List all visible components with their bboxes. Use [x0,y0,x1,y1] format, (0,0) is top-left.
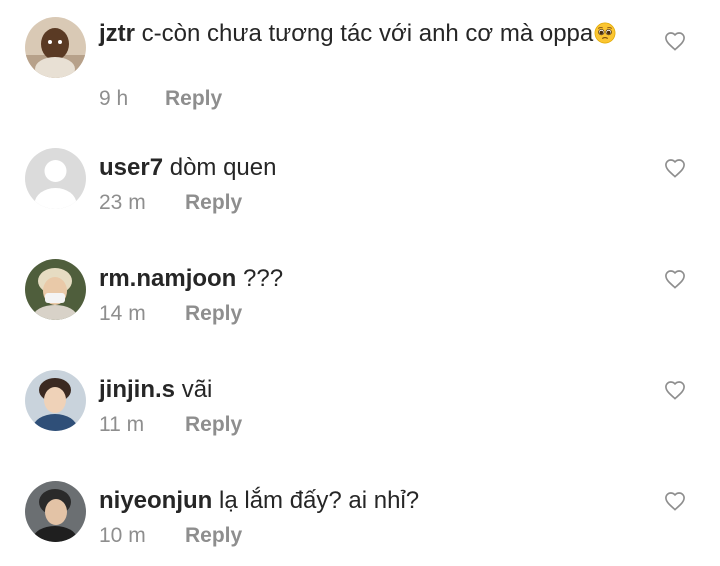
comment-time: 10 m [99,524,146,547]
reply-button[interactable]: Reply [185,524,242,548]
comment-username[interactable]: user7 [99,154,163,181]
avatar[interactable] [25,17,86,78]
comment-username[interactable]: rm.namjoon [99,265,236,292]
reply-button[interactable]: Reply [185,302,242,326]
comment-time: 11 m [99,413,145,436]
default-avatar-icon[interactable] [25,148,86,209]
comment-time: 14 m [99,302,146,325]
comment-meta: 11 m Reply [99,413,242,437]
avatar[interactable] [25,481,86,542]
comment-meta: 9 h Reply [99,87,222,111]
comment-meta: 10 m Reply [99,524,242,548]
comment-text: lạ lắm đấy? ai nhỉ? [219,487,420,514]
comment-meta: 23 m Reply [99,191,242,215]
comment-text: c-còn chưa tương tác với anh cơ mà oppa [141,20,594,47]
heart-icon[interactable] [664,158,686,178]
reply-button[interactable]: Reply [165,87,222,111]
comment-username[interactable]: niyeonjun [99,487,212,514]
comment-body: rm.namjoon ??? [99,263,619,295]
comment-time: 9 h [99,87,129,110]
comment-username[interactable]: jinjin.s [99,376,175,403]
comment-body: jinjin.s vãi [99,374,619,406]
heart-icon[interactable] [664,491,686,511]
heart-icon[interactable] [664,31,686,51]
comment-body: niyeonjun lạ lắm đấy? ai nhỉ? [99,485,619,517]
comment-text: ??? [243,265,284,292]
comment-text: vãi [181,376,213,403]
reply-button[interactable]: Reply [185,191,242,215]
comment-body: jztr c-còn chưa tương tác với anh cơ mà … [99,18,619,50]
comment-time: 23 m [99,191,146,214]
avatar[interactable] [25,259,86,320]
reply-button[interactable]: Reply [185,413,242,437]
comment-text: dòm quen [169,154,277,181]
comment-body: user7 dòm quen [99,152,619,184]
heart-icon[interactable] [664,269,686,289]
comment-username[interactable]: jztr [99,20,135,47]
heart-icon[interactable] [664,380,686,400]
avatar[interactable] [25,370,86,431]
pleading-face-emoji-icon [594,22,616,44]
comment-meta: 14 m Reply [99,302,242,326]
